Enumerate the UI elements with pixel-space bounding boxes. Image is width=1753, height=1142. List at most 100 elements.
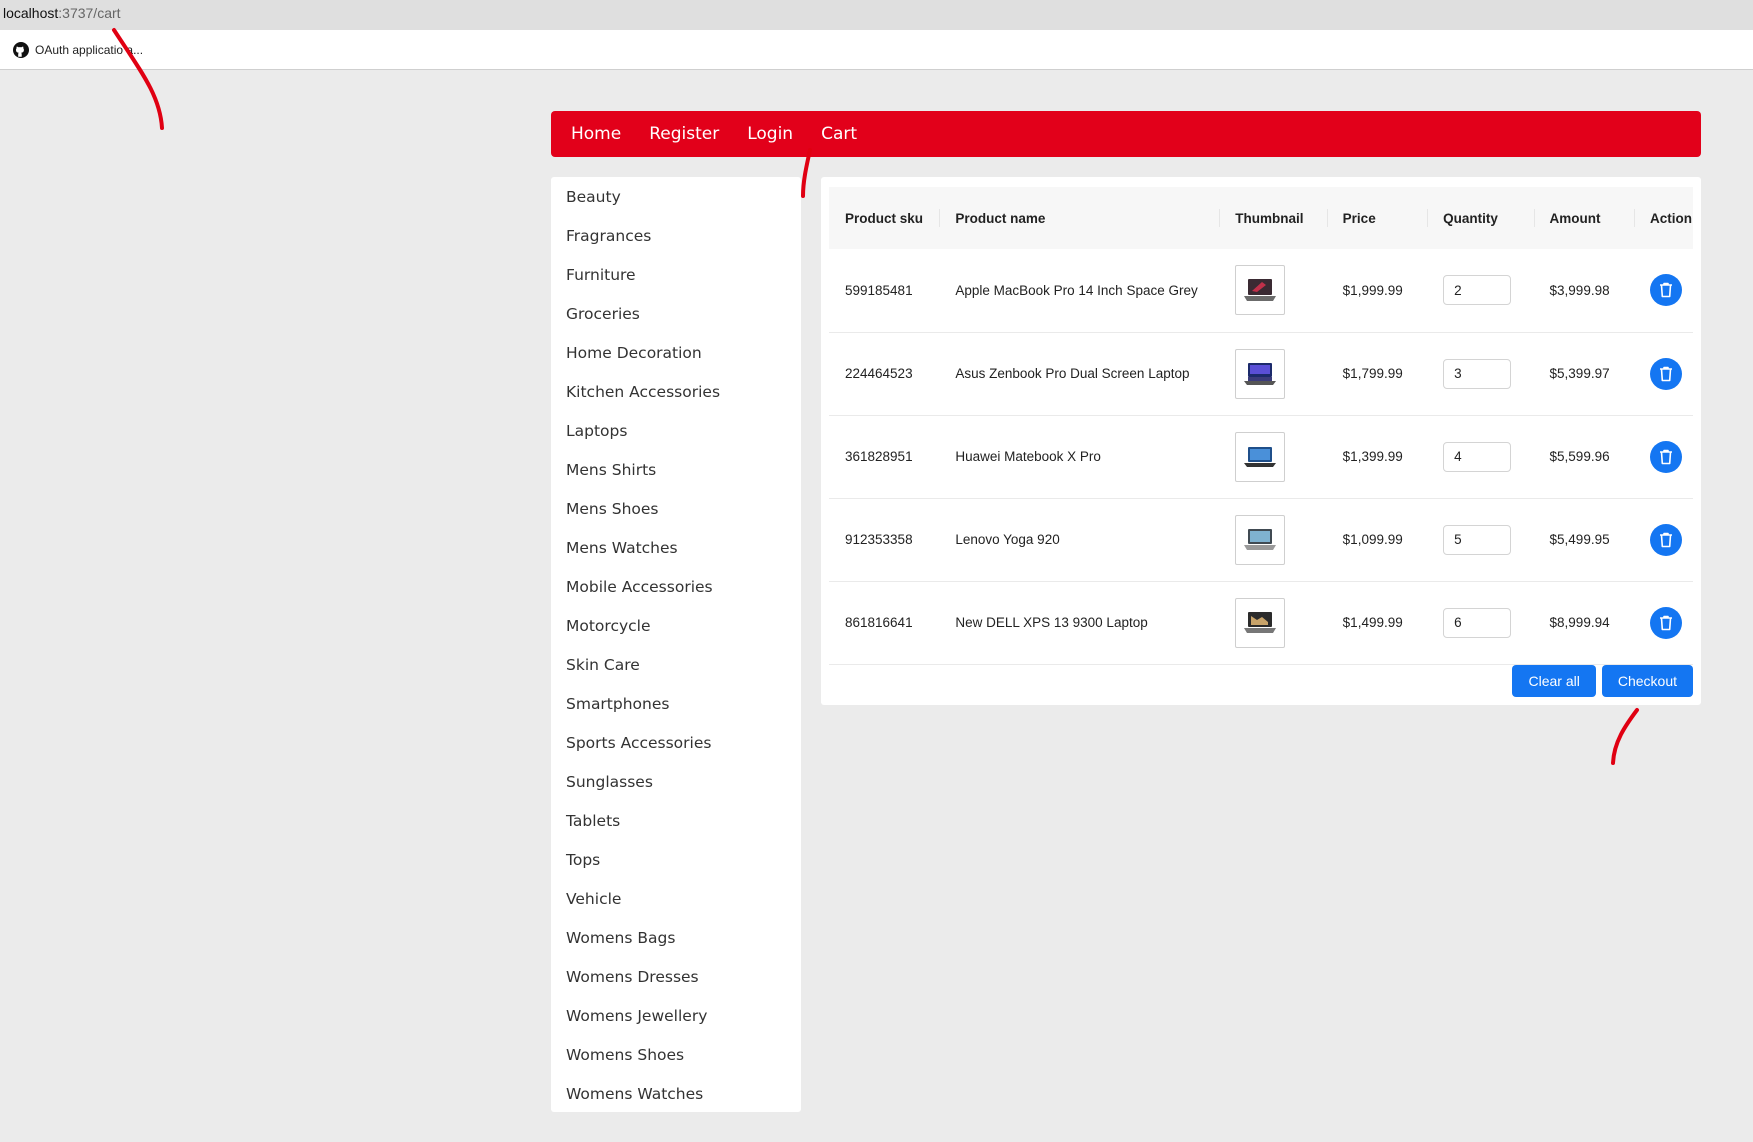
cell-product-name: Asus Zenbook Pro Dual Screen Laptop — [955, 366, 1190, 381]
cell-sku: 599185481 — [845, 282, 913, 298]
category-item[interactable]: Womens Dresses — [551, 958, 801, 997]
product-thumbnail — [1235, 514, 1286, 565]
category-item[interactable]: Fragrances — [551, 217, 801, 256]
cell-product-name: Huawei Matebook X Pro — [955, 449, 1101, 464]
category-item[interactable]: Smartphones — [551, 685, 801, 724]
annotation-stroke — [1611, 708, 1639, 765]
quantity-input[interactable] — [1443, 607, 1512, 638]
category-item[interactable]: Vehicle — [551, 880, 801, 919]
laptop-icon — [1244, 362, 1277, 385]
column-header-thumbnail: Thumbnail — [1219, 187, 1326, 249]
category-item[interactable]: Home Decoration — [551, 334, 801, 373]
category-item[interactable]: Laptops — [551, 412, 801, 451]
category-item[interactable]: Mobile Accessories — [551, 568, 801, 607]
category-item[interactable]: Kitchen Accessories — [551, 373, 801, 412]
table-row: 224464523 Asus Zenbook Pro Dual Screen L… — [829, 332, 1693, 415]
cell-amount: $5,399.97 — [1549, 366, 1610, 381]
category-item[interactable]: Motorcycle — [551, 607, 801, 646]
address-bar[interactable]: localhost:3737/cart — [0, 0, 1753, 30]
nav-register[interactable]: Register — [649, 124, 719, 144]
category-item[interactable]: Womens Bags — [551, 919, 801, 958]
laptop-icon — [1244, 446, 1277, 467]
cell-product-name: Lenovo Yoga 920 — [955, 532, 1060, 547]
cell-amount: $5,499.95 — [1549, 532, 1610, 547]
cell-sku: 361828951 — [845, 449, 913, 464]
delete-item-button[interactable] — [1650, 606, 1682, 639]
cell-price: $1,999.99 — [1342, 282, 1403, 298]
cell-price: $1,499.99 — [1342, 615, 1403, 630]
category-item[interactable]: Tablets — [551, 802, 801, 841]
cell-amount: $5,599.96 — [1549, 449, 1610, 464]
delete-item-button[interactable] — [1650, 274, 1682, 307]
clear-all-button[interactable]: Clear all — [1512, 665, 1596, 697]
table-row: 361828951 Huawei Matebook X Pro $1,399.9… — [829, 415, 1693, 498]
cell-product-name: New DELL XPS 13 9300 Laptop — [955, 615, 1148, 630]
bookmarks-bar: OAuth applicatio a... — [0, 30, 1753, 70]
trash-icon — [1660, 449, 1672, 464]
delete-item-button[interactable] — [1650, 357, 1682, 390]
cart-table: Product sku Product name Thumbnail Price… — [829, 187, 1693, 665]
cell-sku: 912353358 — [845, 532, 913, 547]
nav-cart[interactable]: Cart — [821, 124, 857, 144]
checkout-button[interactable]: Checkout — [1601, 665, 1693, 697]
laptop-icon — [1244, 279, 1277, 302]
quantity-input[interactable] — [1443, 358, 1512, 389]
trash-icon — [1660, 366, 1672, 381]
delete-item-button[interactable] — [1650, 440, 1682, 473]
trash-icon — [1660, 282, 1672, 298]
category-item[interactable]: Mens Shoes — [551, 490, 801, 529]
cell-sku: 861816641 — [845, 615, 913, 630]
column-header-amount: Amount — [1533, 187, 1634, 249]
github-icon — [13, 41, 29, 58]
bookmark-label[interactable]: OAuth applicatio a... — [35, 43, 143, 57]
trash-icon — [1660, 615, 1672, 630]
table-row: 912353358 Lenovo Yoga 920 $1,099.99 $5,4… — [829, 498, 1693, 581]
category-item[interactable]: Womens Jewellery — [551, 997, 801, 1036]
nav-login[interactable]: Login — [747, 124, 793, 144]
laptop-icon — [1244, 611, 1277, 633]
product-thumbnail — [1235, 265, 1286, 316]
column-header-price: Price — [1326, 187, 1427, 249]
column-header-quantity: Quantity — [1427, 187, 1533, 249]
cell-amount: $3,999.98 — [1549, 282, 1610, 298]
table-header-row: Product sku Product name Thumbnail Price… — [829, 187, 1693, 249]
category-item[interactable]: Tops — [551, 841, 801, 880]
quantity-input[interactable] — [1443, 275, 1512, 306]
cart-panel: Product sku Product name Thumbnail Price… — [821, 177, 1701, 705]
category-item[interactable]: Beauty — [551, 178, 801, 217]
category-item[interactable]: Womens Shoes — [551, 1036, 801, 1075]
nav-home[interactable]: Home — [571, 124, 621, 144]
cart-actions: Clear all Checkout — [1512, 665, 1693, 697]
category-item[interactable]: Skin Care — [551, 646, 801, 685]
category-item[interactable]: Furniture — [551, 256, 801, 295]
cell-price: $1,099.99 — [1342, 532, 1403, 547]
column-header-action: Action — [1634, 187, 1693, 249]
category-item[interactable]: Mens Shirts — [551, 451, 801, 490]
column-header-sku: Product sku — [845, 210, 924, 226]
laptop-icon — [1244, 528, 1277, 550]
category-item[interactable]: Mens Watches — [551, 529, 801, 568]
cell-amount: $8,999.94 — [1549, 615, 1610, 630]
url-path: :3737/cart — [58, 5, 121, 21]
product-thumbnail — [1235, 431, 1286, 482]
trash-icon — [1660, 532, 1672, 547]
quantity-input[interactable] — [1443, 524, 1512, 555]
product-thumbnail — [1235, 348, 1286, 399]
quantity-input[interactable] — [1443, 441, 1512, 472]
category-item[interactable]: Groceries — [551, 295, 801, 334]
cell-price: $1,399.99 — [1342, 449, 1403, 464]
category-sidebar: Beauty Fragrances Furniture Groceries Ho… — [551, 177, 801, 1112]
category-item[interactable]: Sunglasses — [551, 763, 801, 802]
url-host: localhost — [3, 5, 59, 21]
product-thumbnail — [1235, 597, 1286, 648]
cell-product-name: Apple MacBook Pro 14 Inch Space Grey — [955, 282, 1198, 298]
category-item[interactable]: Womens Watches — [551, 1075, 801, 1114]
table-row: 861816641 New DELL XPS 13 9300 Laptop $1… — [829, 581, 1693, 664]
delete-item-button[interactable] — [1650, 523, 1682, 556]
cell-price: $1,799.99 — [1342, 366, 1403, 381]
cell-sku: 224464523 — [845, 366, 913, 381]
column-header-name: Product name — [939, 187, 1219, 249]
category-item[interactable]: Sports Accessories — [551, 724, 801, 763]
table-row: 599185481 Apple MacBook Pro 14 Inch Spac… — [829, 249, 1693, 332]
main-navbar: Home Register Login Cart — [551, 111, 1701, 157]
